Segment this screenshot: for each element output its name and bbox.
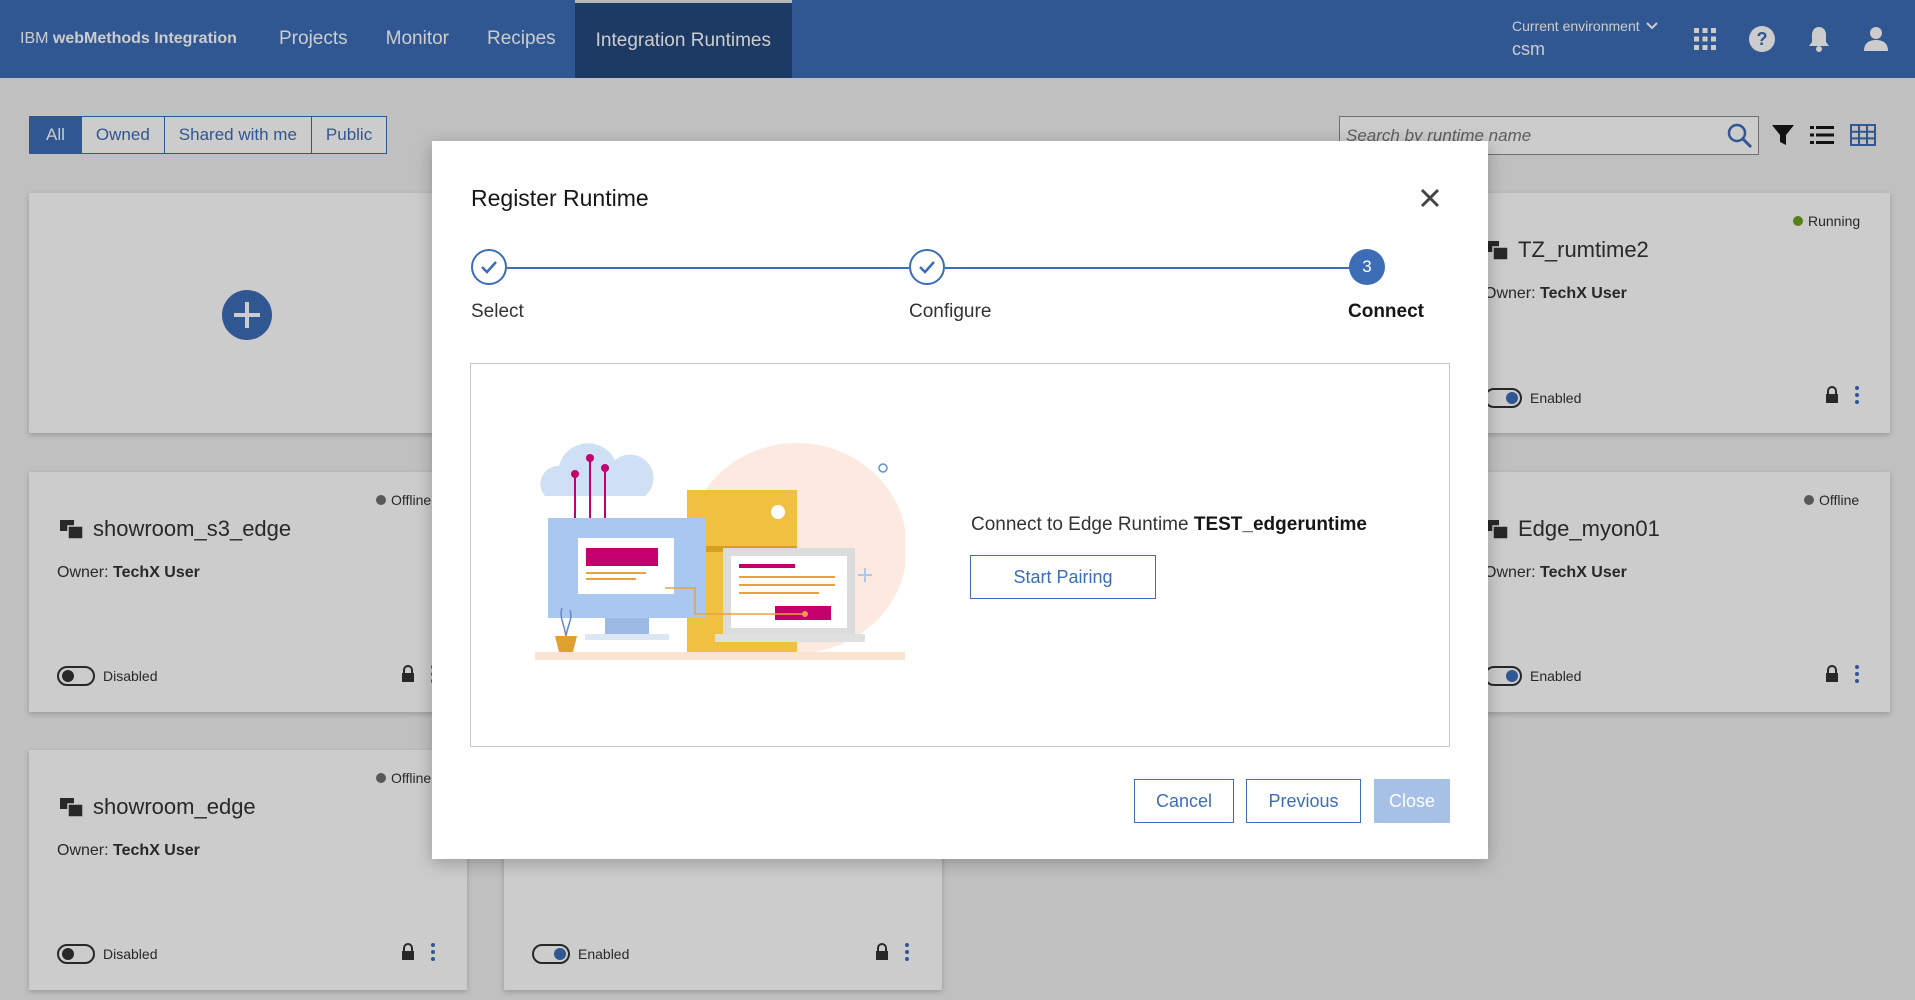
checkmark-icon	[919, 261, 935, 274]
cancel-button[interactable]: Cancel	[1134, 779, 1234, 823]
connect-prefix: Connect to Edge Runtime	[971, 514, 1194, 535]
modal-title: Register Runtime	[471, 185, 649, 211]
progress-line	[507, 267, 909, 269]
step-select-circle	[471, 249, 507, 285]
close-button[interactable]: Close	[1374, 779, 1450, 823]
previous-button[interactable]: Previous	[1246, 779, 1361, 823]
runtime-name: TEST_edgeruntime	[1193, 514, 1368, 535]
step-connect-label: Connect	[1348, 301, 1424, 322]
step-connect-circle: 3	[1349, 249, 1385, 285]
start-pairing-button[interactable]: Start Pairing	[970, 555, 1156, 599]
progress-line	[945, 267, 1351, 269]
step-select-label: Select	[471, 301, 524, 322]
close-modal-button[interactable]	[1415, 183, 1445, 213]
step-configure-circle	[909, 249, 945, 285]
step-configure-label: Configure	[909, 301, 992, 322]
runtime-connection-illustration	[535, 443, 905, 660]
close-icon	[1420, 188, 1440, 208]
connect-message: Connect to Edge Runtime TEST_edgeruntime	[971, 514, 1367, 536]
checkmark-icon	[481, 261, 497, 274]
connect-panel: Connect to Edge Runtime TEST_edgeruntime…	[470, 363, 1450, 747]
register-runtime-modal: Register Runtime 3 Select Configure Conn…	[432, 141, 1488, 859]
